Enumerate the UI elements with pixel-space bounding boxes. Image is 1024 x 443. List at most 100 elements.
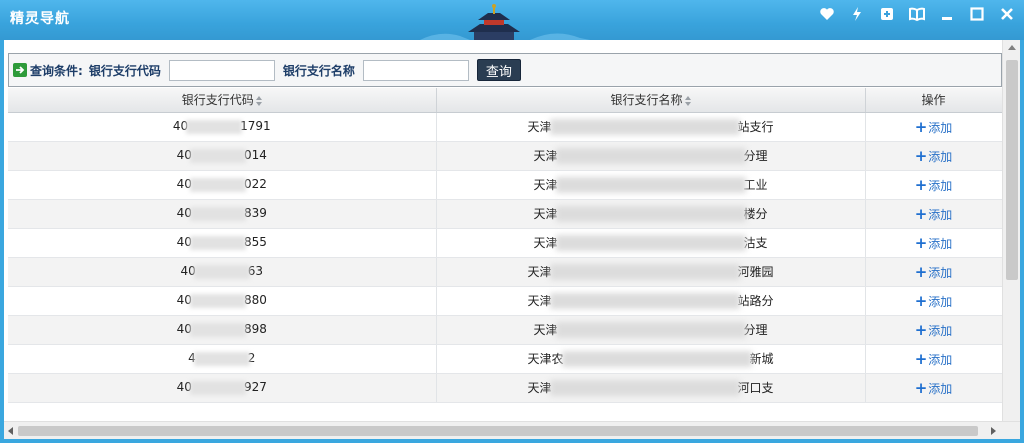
cell-action: +添加 bbox=[865, 373, 1002, 403]
cell-action: +添加 bbox=[865, 286, 1002, 316]
plus-icon: + bbox=[914, 291, 928, 310]
column-header-code[interactable]: 银行支行代码 bbox=[8, 88, 437, 113]
cell-code: 40 927 bbox=[8, 373, 437, 403]
scroll-left-icon[interactable] bbox=[8, 427, 13, 435]
cell-code: 40 880 bbox=[8, 286, 437, 316]
branch-name-label: 银行支行名称 bbox=[282, 63, 355, 78]
scroll-up-icon[interactable] bbox=[1008, 45, 1016, 50]
redacted-mask bbox=[549, 119, 740, 136]
horizontal-scroll-thumb[interactable] bbox=[18, 426, 978, 436]
plus-icon: + bbox=[914, 117, 928, 136]
name-prefix: 天津 bbox=[533, 322, 558, 337]
add-label: 添加 bbox=[928, 207, 953, 222]
redacted-mask bbox=[193, 351, 250, 366]
title-bar: 精灵导航 bbox=[0, 0, 1024, 40]
horizontal-scrollbar[interactable] bbox=[4, 421, 1020, 439]
add-label: 添加 bbox=[928, 381, 953, 396]
add-button[interactable]: +添加 bbox=[914, 204, 953, 223]
redacted-mask bbox=[555, 206, 746, 223]
table-row: 40 839 天津 楼分 +添加 bbox=[8, 199, 1002, 229]
name-prefix: 天津 bbox=[527, 119, 552, 134]
code-suffix: 880 bbox=[243, 293, 267, 308]
redacted-mask bbox=[549, 293, 740, 310]
cell-code: 40 014 bbox=[8, 141, 437, 171]
name-prefix: 天津 bbox=[533, 177, 558, 192]
redacted-mask bbox=[189, 235, 246, 250]
name-prefix: 天津 bbox=[533, 235, 558, 250]
add-button[interactable]: +添加 bbox=[914, 291, 953, 310]
redacted-mask bbox=[189, 293, 246, 308]
heart-icon[interactable] bbox=[814, 3, 840, 25]
name-prefix: 天津 bbox=[533, 148, 558, 163]
code-suffix: 839 bbox=[243, 206, 267, 221]
query-button[interactable]: 查询 bbox=[476, 59, 521, 81]
plus-icon: + bbox=[914, 262, 928, 281]
table-row: 40 880 天津 站路分 +添加 bbox=[8, 286, 1002, 316]
redacted-mask bbox=[549, 264, 740, 281]
add-button[interactable]: +添加 bbox=[914, 117, 953, 136]
cell-name: 天津 分理 bbox=[436, 141, 866, 171]
search-bar: 查询条件: 银行支行代码 银行支行名称 查询 bbox=[8, 53, 1002, 87]
code-suffix: 1791 bbox=[240, 119, 271, 134]
plus-icon: + bbox=[914, 320, 928, 339]
name-suffix: 站支行 bbox=[737, 119, 774, 134]
name-suffix: 楼分 bbox=[743, 206, 768, 221]
cell-code: 40 855 bbox=[8, 228, 437, 258]
add-button[interactable]: +添加 bbox=[914, 320, 953, 339]
add-button[interactable]: +添加 bbox=[914, 146, 953, 165]
column-header-name[interactable]: 银行支行名称 bbox=[436, 88, 866, 113]
name-suffix: 站路分 bbox=[737, 293, 774, 308]
bolt-icon[interactable] bbox=[844, 3, 870, 25]
cell-action: +添加 bbox=[865, 228, 1002, 258]
name-suffix: 新城 bbox=[749, 351, 774, 366]
name-suffix: 河口支 bbox=[737, 380, 774, 395]
cell-action: +添加 bbox=[865, 112, 1002, 142]
column-header-code-label: 银行支行代码 bbox=[181, 93, 254, 108]
close-icon[interactable] bbox=[994, 3, 1020, 25]
cell-name: 天津农 新城 bbox=[436, 344, 866, 374]
plus-square-icon[interactable] bbox=[874, 3, 900, 25]
search-condition-label: 查询条件: bbox=[30, 63, 83, 78]
cell-code: 40 022 bbox=[8, 170, 437, 200]
table-row: 4 2 天津农 新城 +添加 bbox=[8, 344, 1002, 374]
add-button[interactable]: +添加 bbox=[915, 379, 953, 397]
table-row: 40 927 天津 河口支 +添加 bbox=[8, 373, 1002, 403]
branch-name-input[interactable] bbox=[362, 59, 469, 81]
code-suffix: 014 bbox=[243, 148, 267, 163]
plus-icon: + bbox=[914, 204, 928, 223]
code-suffix: 855 bbox=[243, 235, 267, 250]
column-header-action: 操作 bbox=[865, 88, 1002, 113]
code-suffix: 022 bbox=[243, 177, 267, 192]
vertical-scrollbar[interactable] bbox=[1002, 40, 1020, 439]
branch-code-input[interactable] bbox=[168, 59, 275, 81]
cell-code: 40 898 bbox=[8, 315, 437, 345]
name-prefix: 天津 bbox=[527, 380, 552, 395]
cell-code: 40 63 bbox=[8, 257, 437, 287]
table-row: 40 855 天津 沽支 +添加 bbox=[8, 228, 1002, 258]
add-button[interactable]: +添加 bbox=[914, 262, 953, 281]
add-button[interactable]: +添加 bbox=[915, 234, 953, 252]
cell-action: +添加 bbox=[865, 199, 1002, 229]
code-suffix: 927 bbox=[243, 380, 267, 395]
code-suffix: 63 bbox=[247, 264, 264, 279]
table-header-row: 银行支行代码 银行支行名称 操作 bbox=[8, 88, 1002, 113]
arrow-right-icon bbox=[13, 63, 27, 77]
maximize-icon[interactable] bbox=[964, 3, 990, 25]
cell-action: +添加 bbox=[865, 141, 1002, 171]
scroll-right-icon[interactable] bbox=[991, 427, 996, 435]
name-prefix: 天津农 bbox=[527, 351, 564, 366]
minimize-icon[interactable] bbox=[934, 3, 960, 25]
add-label: 添加 bbox=[928, 294, 953, 309]
redacted-mask bbox=[189, 322, 246, 337]
book-icon[interactable] bbox=[904, 3, 930, 25]
vertical-scroll-thumb[interactable] bbox=[1006, 60, 1018, 280]
add-button[interactable]: +添加 bbox=[915, 350, 953, 368]
sort-icon bbox=[255, 95, 262, 106]
add-label: 添加 bbox=[928, 323, 953, 338]
plus-icon: + bbox=[914, 146, 928, 165]
redacted-mask bbox=[189, 177, 246, 192]
add-button[interactable]: +添加 bbox=[915, 176, 953, 194]
branch-table: 银行支行代码 银行支行名称 操作 40 1791 天津 站支行 +添加 40 014 天津 分理… bbox=[8, 88, 1002, 443]
add-label: 添加 bbox=[928, 236, 953, 251]
cell-code: 42 bbox=[8, 344, 437, 374]
